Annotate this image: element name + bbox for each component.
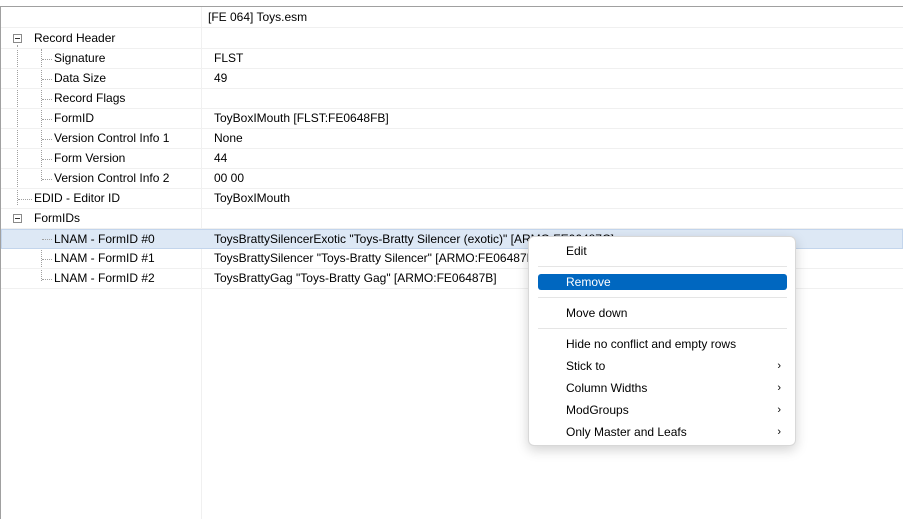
row-name: LNAM - FormID #2 [54,271,155,285]
row-name: Signature [54,51,106,65]
row-value: ToysBrattyGag "Toys-Bratty Gag" [ARMO:FE… [214,271,497,285]
menu-item-label: Stick to [566,359,606,373]
menu-item-stick-to[interactable]: Stick to › [538,358,787,374]
row-value: FLST [214,51,244,65]
tree-branch-line [42,159,52,160]
file-header-value: [FE 064] Toys.esm [208,10,308,24]
menu-item-move-down[interactable]: Move down [538,305,787,321]
tree-row-formids[interactable]: FormIDs [1,209,903,229]
menu-item-remove[interactable]: Remove [538,274,787,290]
tree-row-version-control-info-2[interactable]: Version Control Info 2 00 00 [1,169,903,189]
row-name: Version Control Info 1 [54,131,170,145]
collapse-box-icon[interactable] [13,214,22,223]
menu-separator [538,266,787,267]
row-name: FormIDs [34,211,80,225]
row-name: LNAM - FormID #0 [54,232,155,246]
menu-item-label: Edit [566,244,587,258]
menu-item-label: Hide no conflict and empty rows [566,337,737,351]
menu-item-label: Remove [566,275,611,289]
menu-item-label: Move down [566,306,628,320]
menu-item-edit[interactable]: Edit [538,243,787,259]
tree-branch-line [18,199,32,200]
chevron-right-icon: › [777,382,781,394]
tree-row-formid[interactable]: FormID ToyBoxIMouth [FLST:FE0648FB] [1,109,903,129]
tree-branch-line [42,139,52,140]
tree-row-version-control-info-1[interactable]: Version Control Info 1 None [1,129,903,149]
tree-branch-line [42,179,52,180]
chevron-right-icon: › [777,404,781,416]
row-name: EDID - Editor ID [34,191,121,205]
row-name: FormID [54,111,94,125]
context-menu: Edit Remove Move down Hide no conflict a… [528,236,796,446]
row-value: 00 00 [214,171,245,185]
menu-item-label: Column Widths [566,381,648,395]
tree-top-border [0,6,903,7]
tree-branch-line [42,99,52,100]
row-name: Data Size [54,71,107,85]
row-name: LNAM - FormID #1 [54,251,155,265]
tree-branch-line [42,119,52,120]
tree-branch-line [42,59,52,60]
menu-item-label: ModGroups [566,403,629,417]
row-value: 44 [214,151,228,165]
menu-item-column-widths[interactable]: Column Widths › [538,380,787,396]
tree-branch-line [42,279,52,280]
row-value: ToyBoxIMouth [FLST:FE0648FB] [214,111,389,125]
tree-row-form-version[interactable]: Form Version 44 [1,149,903,169]
menu-separator [538,297,787,298]
tree-row-record-flags[interactable]: Record Flags [1,89,903,109]
collapse-box-icon[interactable] [13,34,22,43]
row-name: Form Version [54,151,126,165]
tree-row-signature[interactable]: Signature FLST [1,49,903,69]
menu-item-hide-no-conflict[interactable]: Hide no conflict and empty rows [538,336,787,352]
row-value: None [214,131,243,145]
chevron-right-icon: › [777,360,781,372]
chevron-right-icon: › [777,426,781,438]
row-name: Version Control Info 2 [54,171,170,185]
row-name: Record Header [34,31,116,45]
menu-item-modgroups[interactable]: ModGroups › [538,402,787,418]
tree-row-record-header[interactable]: Record Header [1,29,903,49]
tree-branch-line [42,259,52,260]
row-value: 49 [214,71,228,85]
tree-branch-line [42,239,52,240]
file-header-row[interactable]: [FE 064] Toys.esm [1,8,903,28]
menu-item-only-master-leafs[interactable]: Only Master and Leafs › [538,424,787,440]
tree-branch-line [42,79,52,80]
tree-row-edid[interactable]: EDID - Editor ID ToyBoxIMouth [1,189,903,209]
menu-separator [538,328,787,329]
row-value: ToysBrattySilencer "Toys-Bratty Silencer… [214,251,539,265]
tree-row-data-size[interactable]: Data Size 49 [1,69,903,89]
row-name: Record Flags [54,91,126,105]
menu-item-label: Only Master and Leafs [566,425,687,439]
row-value: ToyBoxIMouth [214,191,291,205]
